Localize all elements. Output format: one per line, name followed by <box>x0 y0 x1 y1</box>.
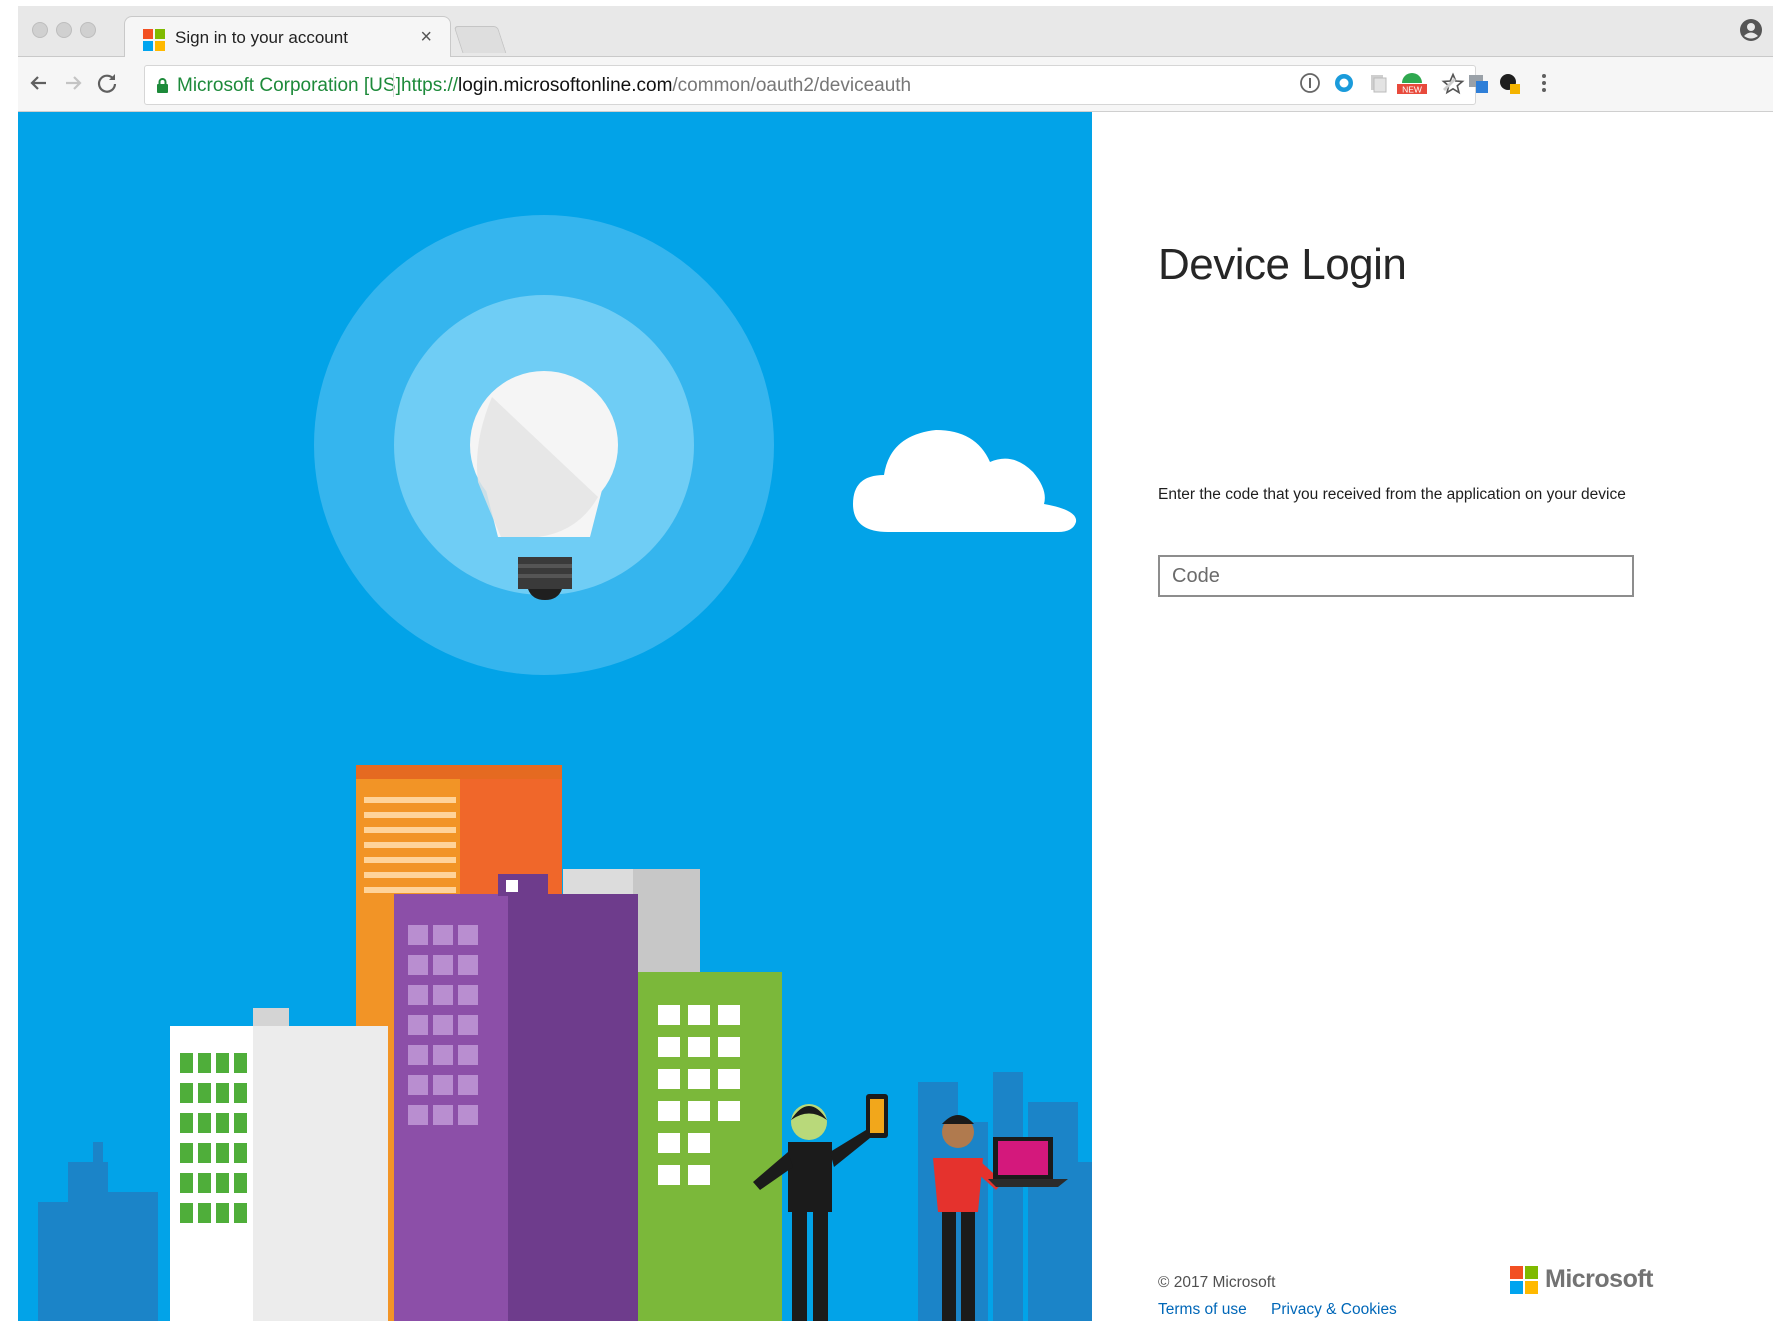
url-scheme: https:// <box>401 75 459 96</box>
address-bar[interactable]: Microsoft Corporation [US] https://login… <box>144 65 1476 105</box>
browser-window: Sign in to your account × Microsoft Corp <box>18 6 1773 1321</box>
code-instructions: Enter the code that you received from th… <box>1158 486 1626 503</box>
calendar-extension-icon[interactable] <box>1466 71 1490 95</box>
code-input[interactable] <box>1158 555 1634 597</box>
login-panel: Device Login Enter the code that you rec… <box>1092 112 1773 1321</box>
url-path: /common/oauth2/deviceauth <box>672 75 912 96</box>
lock-icon <box>157 78 168 93</box>
new-tab-button[interactable] <box>453 26 507 53</box>
city-lightbulb-illustration <box>38 215 1092 1321</box>
maximize-window-button[interactable] <box>80 22 96 38</box>
footer-links: Terms of use Privacy & Cookies <box>1158 1301 1417 1319</box>
close-tab-icon[interactable]: × <box>420 26 432 49</box>
url-host: login.microsoftonline.com <box>458 75 673 96</box>
privacy-cookies-link[interactable]: Privacy & Cookies <box>1271 1301 1397 1318</box>
microsoft-wordmark: Microsoft <box>1545 1265 1654 1293</box>
reload-icon[interactable] <box>94 70 120 96</box>
tab-sign-in[interactable]: Sign in to your account × <box>124 16 451 58</box>
profile-icon[interactable] <box>1739 18 1763 42</box>
microsoft-logo-icon <box>1510 1266 1538 1294</box>
tab-title: Sign in to your account <box>175 28 348 47</box>
url-text[interactable]: https://login.microsoftonline.com/common… <box>401 75 911 97</box>
back-arrow-icon[interactable] <box>26 70 52 96</box>
browser-toolbar: Microsoft Corporation [US] https://login… <box>18 57 1773 112</box>
circle-extension-icon[interactable] <box>1332 71 1356 95</box>
page-extension-icon[interactable] <box>1366 71 1390 95</box>
forward-arrow-icon[interactable] <box>60 70 86 96</box>
info-extension-icon[interactable] <box>1298 71 1322 95</box>
page-title: Device Login <box>1158 240 1407 289</box>
new-badge-text: NEW <box>1402 85 1422 95</box>
hero-illustration <box>18 112 1092 1321</box>
microsoft-logo: Microsoft <box>1510 1264 1670 1296</box>
refresh-extension-icon[interactable] <box>1498 71 1522 95</box>
menu-kebab-icon[interactable] <box>1532 71 1556 95</box>
address-separator <box>393 73 394 97</box>
tab-strip: Sign in to your account × <box>18 6 1773 58</box>
minimize-window-button[interactable] <box>56 22 72 38</box>
copyright-text: © 2017 Microsoft <box>1158 1274 1276 1291</box>
new-badge-extension-icon[interactable]: NEW <box>1394 71 1430 95</box>
pencil-extension-icon[interactable] <box>1438 71 1462 95</box>
microsoft-favicon-icon <box>143 29 165 51</box>
ev-organization-label[interactable]: Microsoft Corporation [US] <box>177 75 401 97</box>
close-window-button[interactable] <box>32 22 48 38</box>
terms-of-use-link[interactable]: Terms of use <box>1158 1301 1247 1318</box>
